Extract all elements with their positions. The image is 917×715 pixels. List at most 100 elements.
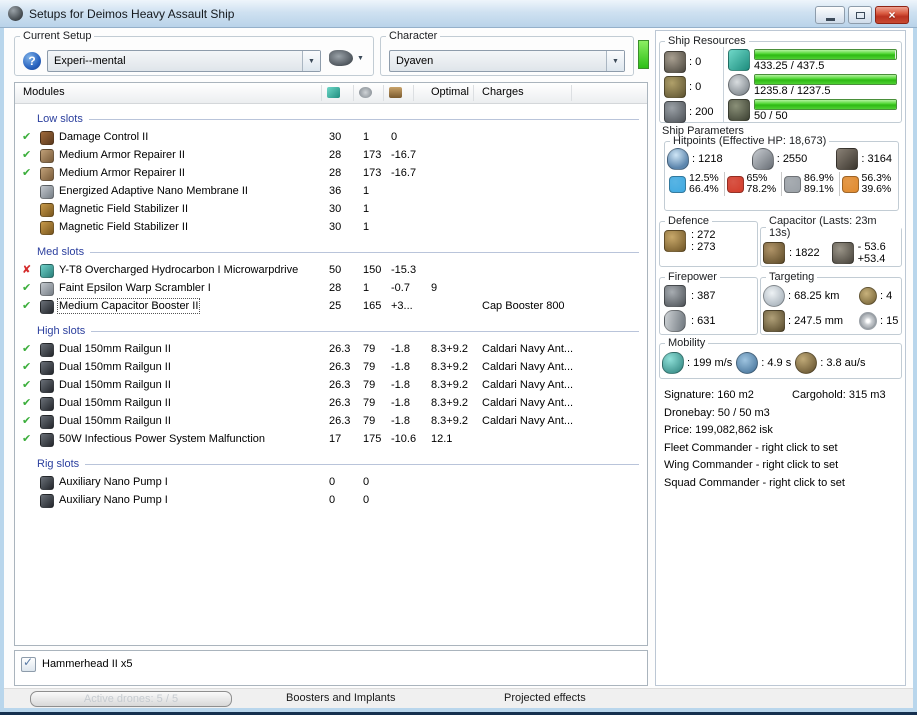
- module-optimal: 8.3+9.2: [431, 397, 469, 409]
- resist-values: 86.9% 89.1%: [804, 173, 834, 195]
- module-row[interactable]: ✘ Y-T8 Overcharged Hydrocarbon I Microwar…: [15, 262, 647, 280]
- drone-checkbox[interactable]: ✓: [21, 654, 36, 672]
- launcher-hardpoints-value: : 0: [689, 80, 702, 93]
- module-powergrid: 1: [363, 203, 370, 215]
- titlebar[interactable]: Setups for Deimos Heavy Assault Ship ×: [0, 0, 917, 28]
- module-row[interactable]: ✔ Dual 150mm Railgun II 26.3 79 -1.8 8.3+9.2 C…: [15, 359, 647, 377]
- module-powergrid: 79: [363, 361, 376, 373]
- slot-section: Rig slots Auxiliary Nano Pump I 0 0 Auxiliar…: [15, 454, 647, 510]
- tab-projected-effects[interactable]: Projected effects: [504, 692, 586, 704]
- module-icon: [40, 300, 54, 314]
- module-icon: [40, 149, 54, 163]
- module-row[interactable]: ✔ 50W Infectious Power System Malfunction…: [15, 431, 647, 449]
- scan-resolution: : 247.5 mm: [788, 314, 844, 327]
- module-row[interactable]: ✔ Dual 150mm Railgun II 26.3 79 -1.8 8.3+9.2 C…: [15, 413, 647, 431]
- online-check-icon: ✔: [22, 415, 32, 427]
- module-icon: [40, 282, 54, 296]
- module-name: Dual 150mm Railgun II: [59, 361, 171, 373]
- module-row[interactable]: Auxiliary Nano Pump I 0 0: [15, 474, 647, 492]
- module-row[interactable]: Magnetic Field Stabilizer II 30 1: [15, 201, 647, 219]
- slot-section-header: Low slots: [15, 109, 647, 129]
- ship-icon: [329, 50, 353, 66]
- help-icon[interactable]: ?: [23, 52, 41, 70]
- tab-boosters-and-implants[interactable]: Boosters and Implants: [286, 692, 395, 704]
- module-powergrid: 79: [363, 415, 376, 427]
- online-check-icon: ✔: [22, 131, 32, 143]
- module-optimal: 8.3+9.2: [431, 415, 469, 427]
- character-skill-status-bar: [638, 40, 649, 69]
- module-row[interactable]: Energized Adaptive Nano Membrane II 36 1: [15, 183, 647, 201]
- maximize-button[interactable]: [848, 6, 872, 24]
- drones-listbox[interactable]: ✓ Hammerhead II x5: [14, 650, 648, 686]
- cpu-icon: [728, 49, 750, 71]
- signature-text: Signature: 160 m2: [664, 389, 754, 401]
- module-icon: [40, 264, 54, 278]
- module-row[interactable]: Auxiliary Nano Pump I 0 0: [15, 492, 647, 510]
- module-cap: -10.6: [391, 433, 417, 445]
- online-check-icon: ✔: [22, 433, 32, 445]
- module-row[interactable]: ✔ Medium Armor Repairer II 28 173 -16.7: [15, 147, 647, 165]
- online-check-icon: ✔: [22, 149, 32, 161]
- module-name: Faint Epsilon Warp Scrambler I: [59, 282, 211, 294]
- modules-table: Modules Optimal Charges Low slots ✔ Damage…: [14, 82, 648, 646]
- module-optimal: 12.1: [431, 433, 453, 445]
- capacitor-delta-out: - 53.6: [857, 241, 886, 253]
- module-icon: [40, 221, 54, 235]
- module-powergrid: 79: [363, 397, 376, 409]
- module-row[interactable]: ✔ Damage Control II 30 1 0: [15, 129, 647, 147]
- resource-bar-track: [754, 99, 897, 110]
- module-optimal: 8.3+9.2: [431, 379, 469, 391]
- slot-section-header: Med slots: [15, 242, 647, 262]
- chevron-down-icon[interactable]: ▼: [606, 51, 624, 71]
- module-row[interactable]: ✔ Dual 150mm Railgun II 26.3 79 -1.8 8.3+9.2 C…: [15, 341, 647, 359]
- armor-icon: [751, 148, 774, 170]
- resource-bar-row: 1235.8 / 1237.5: [728, 74, 897, 99]
- max-targets: : 4: [880, 289, 893, 302]
- module-row[interactable]: ✔ Dual 150mm Railgun II 26.3 79 -1.8 8.3+9.2 C…: [15, 395, 647, 413]
- powergrid-icon: [728, 74, 750, 96]
- offline-x-icon: ✘: [22, 264, 32, 276]
- thermal-resist-cell: 65% 78.2%: [723, 172, 782, 196]
- minimize-button[interactable]: [815, 6, 845, 24]
- resource-bar-row: 433.25 / 437.5: [728, 49, 897, 74]
- kinetic-resist-icon: [784, 175, 801, 193]
- drone-list-item[interactable]: ✓ Hammerhead II x5: [21, 654, 641, 672]
- online-check-icon: ✔: [22, 167, 32, 179]
- defence-label: Defence: [668, 215, 709, 227]
- module-cap: -1.8: [391, 415, 410, 427]
- dps-value: : 387: [691, 289, 716, 302]
- close-button[interactable]: ×: [875, 6, 909, 24]
- module-powergrid: 1: [363, 282, 370, 294]
- capacitor-amount: : 1822: [789, 247, 820, 259]
- module-name: 50W Infectious Power System Malfunction: [59, 433, 266, 445]
- slot-section-label: Med slots: [37, 246, 85, 258]
- module-name: Energized Adaptive Nano Membrane II: [59, 185, 248, 197]
- wing-commander-text[interactable]: Wing Commander - right click to set: [664, 457, 902, 475]
- module-row[interactable]: ✔ Medium Armor Repairer II 28 173 -16.7: [15, 165, 647, 183]
- character-combobox[interactable]: Dyaven ▼: [389, 50, 625, 72]
- squad-commander-text[interactable]: Squad Commander - right click to set: [664, 475, 902, 493]
- module-powergrid: 173: [363, 167, 382, 179]
- setup-combobox[interactable]: Experi--mental ▼: [47, 50, 321, 72]
- calibration-value: : 200: [689, 105, 714, 118]
- module-name: Dual 150mm Railgun II: [59, 379, 171, 391]
- module-cpu: 30: [329, 203, 342, 215]
- module-icon: [40, 343, 54, 357]
- modules-table-header[interactable]: Modules Optimal Charges: [15, 83, 647, 104]
- fleet-commander-text[interactable]: Fleet Commander - right click to set: [664, 440, 902, 458]
- ship-menu-button[interactable]: ▼: [329, 50, 364, 66]
- resource-bar-track: [754, 74, 897, 85]
- module-row[interactable]: Magnetic Field Stabilizer II 30 1: [15, 219, 647, 237]
- active-drones-bar[interactable]: Active drones: 5 / 5: [30, 691, 232, 707]
- check-icon: ✓: [23, 654, 34, 669]
- module-powergrid: 150: [363, 264, 382, 276]
- module-row[interactable]: ✔ Dual 150mm Railgun II 26.3 79 -1.8 8.3+9.2 C…: [15, 377, 647, 395]
- cargohold-text: Cargohold: 315 m3: [792, 389, 886, 401]
- module-name: Medium Armor Repairer II: [59, 167, 185, 179]
- module-row[interactable]: ✔ Medium Capacitor Booster II 25 165 +3... Ca…: [15, 298, 647, 316]
- module-powergrid: 175: [363, 433, 382, 445]
- character-combobox-value: Dyaven: [396, 55, 434, 67]
- chevron-down-icon[interactable]: ▼: [302, 51, 320, 71]
- module-row[interactable]: ✔ Faint Epsilon Warp Scrambler I 28 1 -0.7 9: [15, 280, 647, 298]
- module-icon: [40, 415, 54, 429]
